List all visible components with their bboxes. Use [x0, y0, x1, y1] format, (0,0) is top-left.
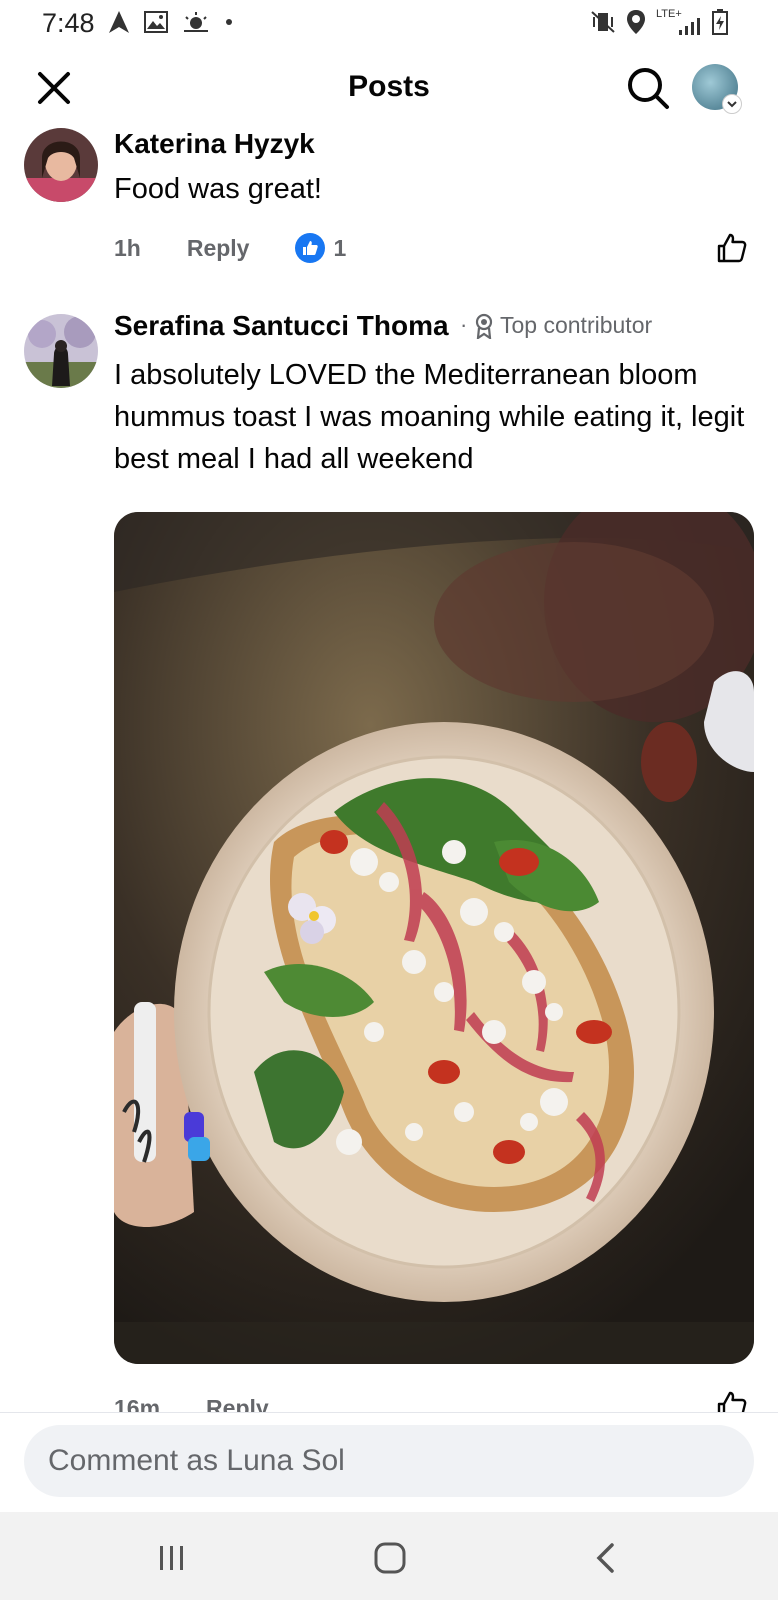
comment: Katerina Hyzyk Food was great! 1h Reply …	[0, 126, 778, 286]
like-reaction-icon	[295, 233, 326, 263]
back-icon[interactable]	[582, 1534, 630, 1582]
weather-icon	[182, 11, 210, 33]
badge-icon	[474, 313, 494, 339]
battery-charging-icon	[712, 9, 728, 35]
lte-signal-icon: LTE+	[656, 8, 702, 36]
reaction-count[interactable]: 1	[333, 235, 346, 262]
avatar[interactable]	[24, 128, 98, 202]
comment-author[interactable]: Katerina Hyzyk	[114, 128, 315, 160]
status-time: 7:48	[42, 8, 95, 38]
navigation-icon	[108, 10, 130, 34]
chevron-down-icon	[722, 94, 742, 114]
comment-photo[interactable]	[114, 512, 754, 1364]
notification-dot-icon	[224, 17, 234, 27]
location-icon	[626, 9, 646, 35]
comment-text: I absolutely LOVED the Mediterranean blo…	[114, 359, 745, 475]
status-bar: 7:48 LTE+	[0, 0, 778, 46]
reply-button[interactable]: Reply	[187, 235, 250, 262]
comment-input[interactable]: Comment as Luna Sol	[24, 1425, 754, 1497]
recent-apps-icon[interactable]	[148, 1534, 196, 1582]
system-nav-bar	[0, 1512, 778, 1600]
comment-meta: 1h Reply 1	[114, 228, 346, 268]
top-contributor-badge[interactable]: Top contributor	[474, 312, 652, 339]
like-icon[interactable]	[714, 230, 750, 266]
status-left-icons	[108, 9, 234, 35]
comment-text: Food was great!	[114, 173, 322, 205]
comment-time: 1h	[114, 234, 141, 261]
top-app-bar: Posts	[0, 50, 778, 126]
badge-label: Top contributor	[500, 312, 653, 338]
search-icon[interactable]	[624, 64, 672, 112]
vibrate-mute-icon	[590, 10, 616, 34]
comment-author[interactable]: Serafina Santucci Thoma	[114, 310, 449, 342]
avatar[interactable]	[24, 314, 98, 388]
comment-composer: Comment as Luna Sol	[0, 1412, 778, 1513]
status-right-icons: LTE+	[590, 8, 728, 36]
gallery-icon	[144, 11, 168, 33]
comment: Serafina Santucci Thoma · Top contributo…	[0, 310, 778, 1421]
separator-dot: ·	[460, 312, 468, 337]
home-icon[interactable]	[366, 1534, 414, 1582]
profile-avatar-button[interactable]	[692, 64, 742, 114]
